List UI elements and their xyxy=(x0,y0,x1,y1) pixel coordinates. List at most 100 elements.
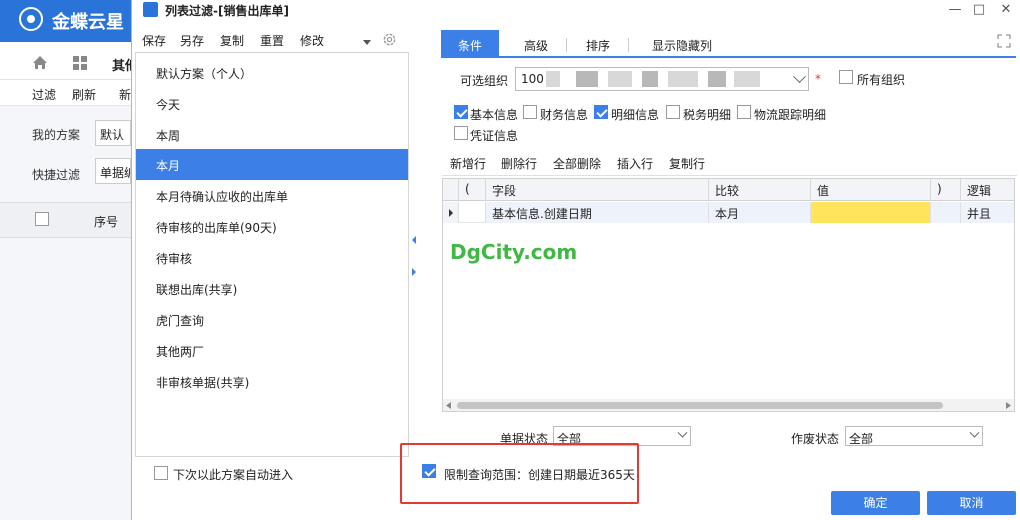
tab-advanced[interactable]: 高级 xyxy=(511,30,561,58)
cell-logic[interactable]: 并且 xyxy=(961,202,1014,223)
scheme-item[interactable]: 联想出库(共享) xyxy=(136,273,408,304)
scheme-list: 默认方案（个人） 今天 本周 本月 本月待确认应收的出库单 待审核的出库单(90… xyxy=(135,52,409,457)
col-paren-open: ( xyxy=(459,179,486,201)
scheme-item[interactable]: 本月待确认应收的出库单 xyxy=(136,180,408,211)
scheme-item[interactable]: 虎门查询 xyxy=(136,304,408,335)
my-scheme-field[interactable]: 默认 xyxy=(95,120,131,146)
cell-paren-close[interactable] xyxy=(931,202,961,223)
app-brand: 金蝶云星 xyxy=(52,12,124,33)
filter-tabs: 条件 高级 排序 显示隐藏列 xyxy=(441,30,1016,58)
reset-button[interactable]: 重置 xyxy=(260,32,284,49)
redacted-block xyxy=(546,71,560,87)
void-status-value: 全部 xyxy=(849,432,874,446)
cell-compare[interactable]: 本月 xyxy=(709,202,811,223)
fullscreen-icon[interactable] xyxy=(997,34,1011,48)
voucher-info-label: 凭证信息 xyxy=(470,129,519,143)
app-filter-button[interactable]: 过滤 xyxy=(32,86,56,103)
scheme-item[interactable]: 其他两厂 xyxy=(136,335,408,366)
scroll-right-icon[interactable] xyxy=(1006,402,1011,409)
scheme-item[interactable]: 待审核 xyxy=(136,242,408,273)
apps-grid-icon[interactable] xyxy=(72,55,88,71)
detail-info-label: 明细信息 xyxy=(611,108,660,122)
cell-field[interactable]: 基本信息.创建日期 xyxy=(486,202,709,223)
required-star: * xyxy=(815,72,821,86)
basic-info-label: 基本信息 xyxy=(470,108,519,122)
cancel-button[interactable]: 取消 xyxy=(927,491,1016,515)
grid-indicator-header xyxy=(443,179,459,201)
col-value: 值 xyxy=(811,179,931,201)
table-row[interactable]: 基本信息.创建日期 本月 并且 xyxy=(443,202,1014,223)
col-compare: 比较 xyxy=(709,179,811,201)
home-icon[interactable] xyxy=(32,55,48,70)
scheme-item[interactable]: 非审核单据(共享) xyxy=(136,366,408,397)
save-as-button[interactable]: 另存 xyxy=(180,32,204,49)
tab-separator xyxy=(566,38,567,52)
collapse-left-arrow-icon[interactable] xyxy=(412,236,416,244)
app-new-button[interactable]: 新 xyxy=(119,86,131,103)
scheme-item[interactable]: 默认方案（个人） xyxy=(136,57,408,88)
tax-detail-checkbox[interactable] xyxy=(666,105,680,119)
col-paren-close: ) xyxy=(931,179,961,201)
col-field: 字段 xyxy=(486,179,709,201)
redacted-block xyxy=(576,71,598,87)
copy-row-button[interactable]: 复制行 xyxy=(669,155,705,172)
ok-button[interactable]: 确定 xyxy=(831,491,920,515)
delete-row-button[interactable]: 删除行 xyxy=(501,155,537,172)
logistics-detail-checkbox[interactable] xyxy=(737,105,751,119)
auto-enter-checkbox[interactable] xyxy=(154,466,168,480)
add-row-button[interactable]: 新增行 xyxy=(450,155,486,172)
dialog-title: 列表过滤-[销售出库单] xyxy=(165,4,289,18)
my-scheme-label: 我的方案 xyxy=(32,128,81,142)
all-org-checkbox[interactable] xyxy=(839,70,853,84)
org-label: 可选组织 xyxy=(460,74,509,88)
grid-header: ( 字段 比较 值 ) 逻辑 xyxy=(443,179,1014,201)
gear-icon[interactable] xyxy=(382,32,397,47)
org-select[interactable]: 100 xyxy=(515,67,809,91)
detail-info-checkbox[interactable] xyxy=(594,105,608,119)
row-pointer-icon xyxy=(449,209,453,217)
copy-scheme-button[interactable]: 复制 xyxy=(220,32,244,49)
app-logo-icon xyxy=(19,7,43,31)
close-button[interactable]: ✕ xyxy=(996,1,1016,19)
finance-info-checkbox[interactable] xyxy=(523,105,537,119)
redacted-block xyxy=(734,71,760,87)
watermark-text: DgCity.com xyxy=(450,240,578,264)
maximize-button[interactable]: □ xyxy=(969,1,989,19)
scrollbar-thumb[interactable] xyxy=(457,402,943,409)
tab-sort[interactable]: 排序 xyxy=(573,30,623,58)
chevron-down-icon xyxy=(793,70,806,84)
scheme-item[interactable]: 待审核的出库单(90天) xyxy=(136,211,408,242)
quick-filter-field[interactable]: 单据编 xyxy=(95,158,131,184)
modify-button[interactable]: 修改 xyxy=(300,32,324,49)
scroll-left-icon[interactable] xyxy=(446,402,451,409)
void-status-select[interactable]: 全部 xyxy=(845,426,983,446)
insert-row-button[interactable]: 插入行 xyxy=(617,155,653,172)
app-grid-select-all-checkbox[interactable] xyxy=(35,212,49,226)
row-indicator xyxy=(443,202,459,223)
more-dropdown-icon[interactable] xyxy=(363,40,371,46)
scheme-item-active[interactable]: 本月 xyxy=(136,149,408,180)
app-body xyxy=(0,42,131,520)
expand-right-arrow-icon[interactable] xyxy=(412,268,416,276)
scheme-item[interactable]: 本周 xyxy=(136,119,408,150)
tab-separator xyxy=(628,38,629,52)
app-grid-seq-header: 序号 xyxy=(94,215,119,229)
app-toolbar xyxy=(0,80,131,106)
annotation-highlight-box xyxy=(400,443,639,504)
condition-grid-toolbar: 新增行 删除行 全部删除 插入行 复制行 xyxy=(442,150,1017,176)
app-header: 金蝶云星 xyxy=(0,0,131,42)
tab-show-hide-columns[interactable]: 显示隐藏列 xyxy=(637,30,727,58)
scheme-item[interactable]: 今天 xyxy=(136,88,408,119)
save-scheme-button[interactable]: 保存 xyxy=(142,32,166,49)
org-value: 100 xyxy=(521,72,544,86)
basic-info-checkbox[interactable] xyxy=(454,105,468,119)
tab-condition[interactable]: 条件 xyxy=(441,30,499,58)
app-refresh-button[interactable]: 刷新 xyxy=(72,86,96,103)
delete-all-button[interactable]: 全部删除 xyxy=(553,155,601,172)
voucher-info-checkbox[interactable] xyxy=(454,126,468,140)
condition-grid: ( 字段 比较 值 ) 逻辑 基本信息.创建日期 本月 并且 xyxy=(442,178,1015,412)
minimize-button[interactable]: — xyxy=(945,1,965,19)
cell-value[interactable] xyxy=(811,202,931,223)
cell-paren-open[interactable] xyxy=(459,202,486,223)
horizontal-scrollbar[interactable] xyxy=(443,399,1014,411)
